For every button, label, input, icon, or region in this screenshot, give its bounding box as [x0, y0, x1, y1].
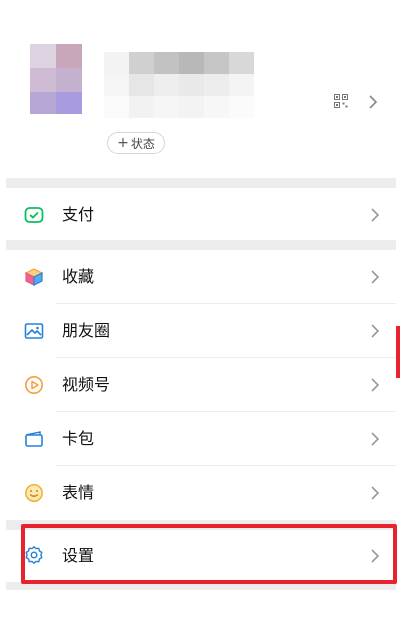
chevron-right-icon[interactable]	[368, 94, 378, 110]
plus-icon: +	[117, 135, 129, 151]
profile-header[interactable]: + 状态	[0, 0, 400, 178]
menu-item-pay[interactable]: 支付	[6, 188, 396, 242]
section-divider	[6, 178, 396, 188]
card-icon	[25, 431, 43, 447]
cube-icon	[24, 268, 44, 286]
menu-item-favorites[interactable]: 收藏	[6, 250, 396, 304]
status-label: 状态	[130, 136, 155, 151]
highlight-box	[21, 524, 397, 584]
avatar[interactable]	[30, 44, 82, 114]
menu-item-moments[interactable]: 朋友圈	[6, 304, 396, 358]
status-button[interactable]: + 状态	[107, 132, 165, 154]
menu-label-stickers: 表情	[62, 483, 95, 502]
profile-name-blurred	[104, 52, 284, 118]
chevron-right-icon	[371, 486, 380, 500]
menu-item-cards[interactable]: 卡包	[6, 412, 396, 466]
qr-code-icon[interactable]	[334, 94, 348, 108]
wallet-check-icon	[24, 207, 44, 223]
play-circle-icon	[25, 376, 43, 394]
highlight-edge-mark	[396, 326, 400, 378]
chevron-right-icon	[371, 208, 380, 222]
menu-item-stickers[interactable]: 表情	[6, 466, 396, 520]
menu-label-moments: 朋友圈	[62, 321, 111, 340]
image-icon	[24, 323, 44, 339]
menu-label-channels: 视频号	[62, 375, 111, 394]
section-divider	[6, 240, 396, 250]
menu-label-cards: 卡包	[62, 429, 95, 448]
chevron-right-icon	[371, 324, 380, 338]
smile-icon	[25, 484, 43, 502]
chevron-right-icon	[371, 270, 380, 284]
chevron-right-icon	[371, 432, 380, 446]
menu-item-channels[interactable]: 视频号	[6, 358, 396, 412]
chevron-right-icon	[371, 378, 380, 392]
menu-label-favorites: 收藏	[62, 267, 95, 286]
menu-label-pay: 支付	[62, 205, 95, 224]
